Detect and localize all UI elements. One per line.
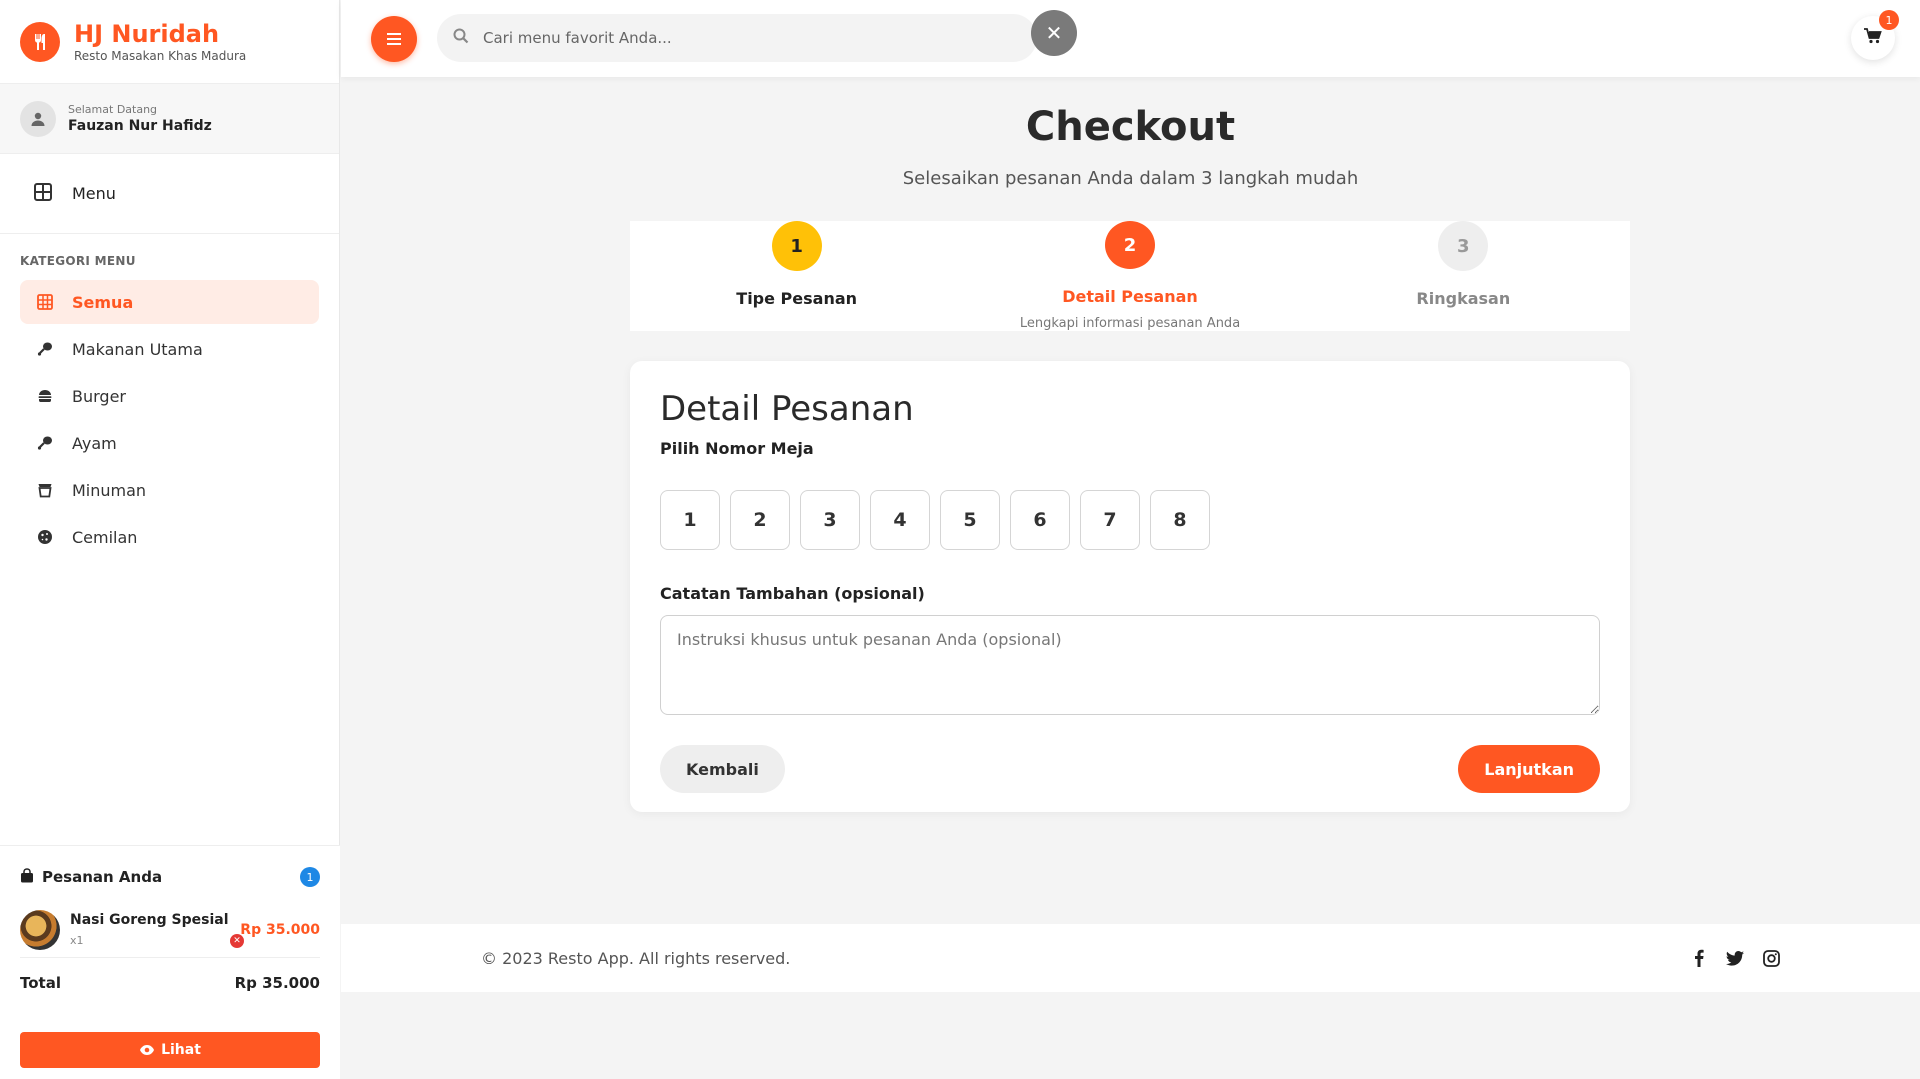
step-ringkasan[interactable]: 3 Ringkasan — [1297, 221, 1630, 331]
step-detail-pesanan[interactable]: 2 Detail Pesanan Lengkapi informasi pesa… — [963, 221, 1296, 331]
category-item-makanan-utama[interactable]: Makanan Utama — [20, 327, 319, 371]
search-input[interactable] — [483, 29, 923, 47]
table-button-6[interactable]: 6 — [1010, 490, 1070, 550]
step-label: Detail Pesanan — [1062, 287, 1198, 306]
remove-item-icon[interactable]: ✕ — [230, 934, 244, 948]
notes-label: Catatan Tambahan (opsional) — [660, 584, 925, 603]
form-actions: Kembali Lanjutkan — [660, 745, 1600, 793]
category-item-cemilan[interactable]: Cemilan — [20, 515, 319, 559]
brand[interactable]: HJ Nuridah Resto Masakan Khas Madura — [0, 0, 339, 84]
order-item-name: Nasi Goreng Spesial — [70, 912, 229, 928]
category-heading: KATEGORI MENU — [20, 254, 136, 268]
notes-textarea[interactable] — [660, 615, 1600, 715]
nav-menu-label: Menu — [72, 184, 116, 203]
card-title: Detail Pesanan — [660, 389, 914, 429]
brand-subtitle: Resto Masakan Khas Madura — [74, 48, 247, 63]
instagram-icon[interactable] — [1762, 949, 1780, 967]
step-label: Ringkasan — [1416, 289, 1511, 308]
table-button-7[interactable]: 7 — [1080, 490, 1140, 550]
clear-search-button[interactable]: ✕ — [1031, 10, 1077, 56]
page-subtitle: Selesaikan pesanan Anda dalam 3 langkah … — [902, 168, 1359, 189]
menu-icon — [387, 29, 401, 50]
cart-icon — [1864, 28, 1882, 48]
drumstick-icon — [34, 341, 56, 357]
category-label: Burger — [72, 386, 126, 406]
order-panel: Pesanan Anda 1 Nasi Goreng Spesial x1 Rp… — [0, 845, 340, 1079]
step-label: Tipe Pesanan — [736, 289, 858, 308]
order-item: Nasi Goreng Spesial x1 Rp 35.000 ✕ — [20, 902, 320, 958]
cookie-icon — [34, 529, 56, 545]
burger-icon — [34, 388, 56, 404]
table-button-5[interactable]: 5 — [940, 490, 1000, 550]
sidebar: HJ Nuridah Resto Masakan Khas Madura Sel… — [0, 0, 340, 1079]
order-count-badge: 1 — [300, 867, 320, 887]
brand-title: HJ Nuridah — [74, 19, 220, 48]
nav-menu-link[interactable]: Menu — [0, 154, 339, 234]
table-number-options: 1 2 3 4 5 6 7 8 — [660, 490, 1600, 550]
grid-icon — [34, 294, 56, 310]
back-button[interactable]: Kembali — [660, 745, 785, 793]
category-item-semua[interactable]: Semua — [20, 280, 319, 324]
category-label: Makanan Utama — [72, 339, 203, 359]
category-label: Cemilan — [72, 527, 138, 547]
user-panel: Selamat Datang Fauzan Nur Hafidz — [0, 84, 339, 154]
step-tipe-pesanan[interactable]: 1 Tipe Pesanan — [630, 221, 963, 331]
table-button-8[interactable]: 8 — [1150, 490, 1210, 550]
social-links — [1690, 949, 1780, 967]
table-button-2[interactable]: 2 — [730, 490, 790, 550]
hamburger-menu-button[interactable] — [371, 16, 417, 62]
drumstick-icon — [34, 435, 56, 451]
utensils-icon — [20, 21, 60, 62]
footer: © 2023 Resto App. All rights reserved. — [341, 924, 1920, 992]
table-button-1[interactable]: 1 — [660, 490, 720, 550]
order-item-price: Rp 35.000 — [240, 921, 320, 938]
search-icon — [453, 28, 469, 48]
order-detail-card: Detail Pesanan Pilih Nomor Meja 1 2 3 4 … — [630, 361, 1630, 812]
view-order-label: Lihat — [161, 1042, 201, 1058]
category-list: Semua Makanan Utama Burger Ayam Minuman — [0, 280, 339, 559]
continue-button[interactable]: Lanjutkan — [1458, 745, 1600, 793]
category-item-ayam[interactable]: Ayam — [20, 421, 319, 465]
cart-count-badge: 1 — [1879, 10, 1899, 30]
search-bar: ✕ — [437, 10, 1077, 62]
table-button-4[interactable]: 4 — [870, 490, 930, 550]
grid-icon — [34, 182, 54, 205]
cart-button[interactable]: 1 — [1851, 10, 1899, 60]
close-icon: ✕ — [1045, 21, 1063, 45]
user-greeting: Selamat Datang — [68, 103, 158, 116]
mug-icon — [34, 482, 56, 498]
checkout-stepper: 1 Tipe Pesanan 2 Detail Pesanan Lengkapi… — [630, 221, 1630, 331]
table-button-3[interactable]: 3 — [800, 490, 860, 550]
eye-icon — [139, 1044, 155, 1056]
topbar: ✕ 1 — [341, 0, 1920, 77]
copyright-text: © 2023 Resto App. All rights reserved. — [481, 948, 791, 968]
shopping-bag-icon — [20, 867, 34, 887]
step-description: Lengkapi informasi pesanan Anda — [1019, 316, 1241, 331]
step-number: 1 — [771, 221, 822, 271]
category-label: Minuman — [72, 480, 147, 500]
order-panel-title: Pesanan Anda — [42, 868, 163, 886]
category-item-burger[interactable]: Burger — [20, 374, 319, 418]
category-label: Ayam — [72, 433, 117, 453]
total-label: Total — [20, 974, 61, 992]
view-order-button[interactable]: Lihat — [20, 1032, 320, 1068]
page-title: Checkout — [1025, 104, 1236, 150]
category-label: Semua — [72, 292, 134, 312]
order-total-row: Total Rp 35.000 — [20, 958, 320, 1008]
food-thumbnail — [20, 909, 60, 950]
order-item-qty: x1 — [70, 934, 84, 947]
total-value: Rp 35.000 — [234, 974, 320, 992]
table-number-label: Pilih Nomor Meja — [660, 439, 814, 458]
twitter-icon[interactable] — [1726, 949, 1744, 967]
user-name: Fauzan Nur Hafidz — [68, 118, 212, 134]
step-number: 2 — [1104, 221, 1155, 269]
category-item-minuman[interactable]: Minuman — [20, 468, 319, 512]
facebook-icon[interactable] — [1690, 949, 1708, 967]
user-icon — [20, 100, 56, 137]
step-number: 3 — [1438, 221, 1489, 271]
